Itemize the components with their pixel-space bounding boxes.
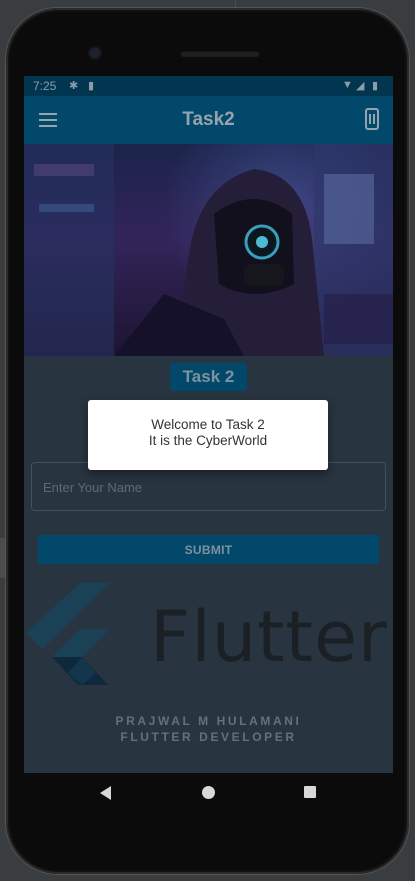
recents-icon[interactable] xyxy=(304,786,316,798)
app-screen: 7:25 ✱ ▮ ▼ ◢ ▮ Task2 Task 2 SUBMIT xyxy=(24,76,393,773)
welcome-dialog: Welcome to Task 2 It is the CyberWorld xyxy=(88,400,328,470)
front-camera xyxy=(90,48,100,58)
earpiece-speaker xyxy=(180,50,260,57)
back-icon[interactable] xyxy=(100,786,111,800)
home-icon[interactable] xyxy=(202,786,215,799)
dialog-line2: It is the CyberWorld xyxy=(148,433,268,448)
navigation-bar xyxy=(24,773,393,815)
dialog-line1: Welcome to Task 2 xyxy=(151,417,265,432)
